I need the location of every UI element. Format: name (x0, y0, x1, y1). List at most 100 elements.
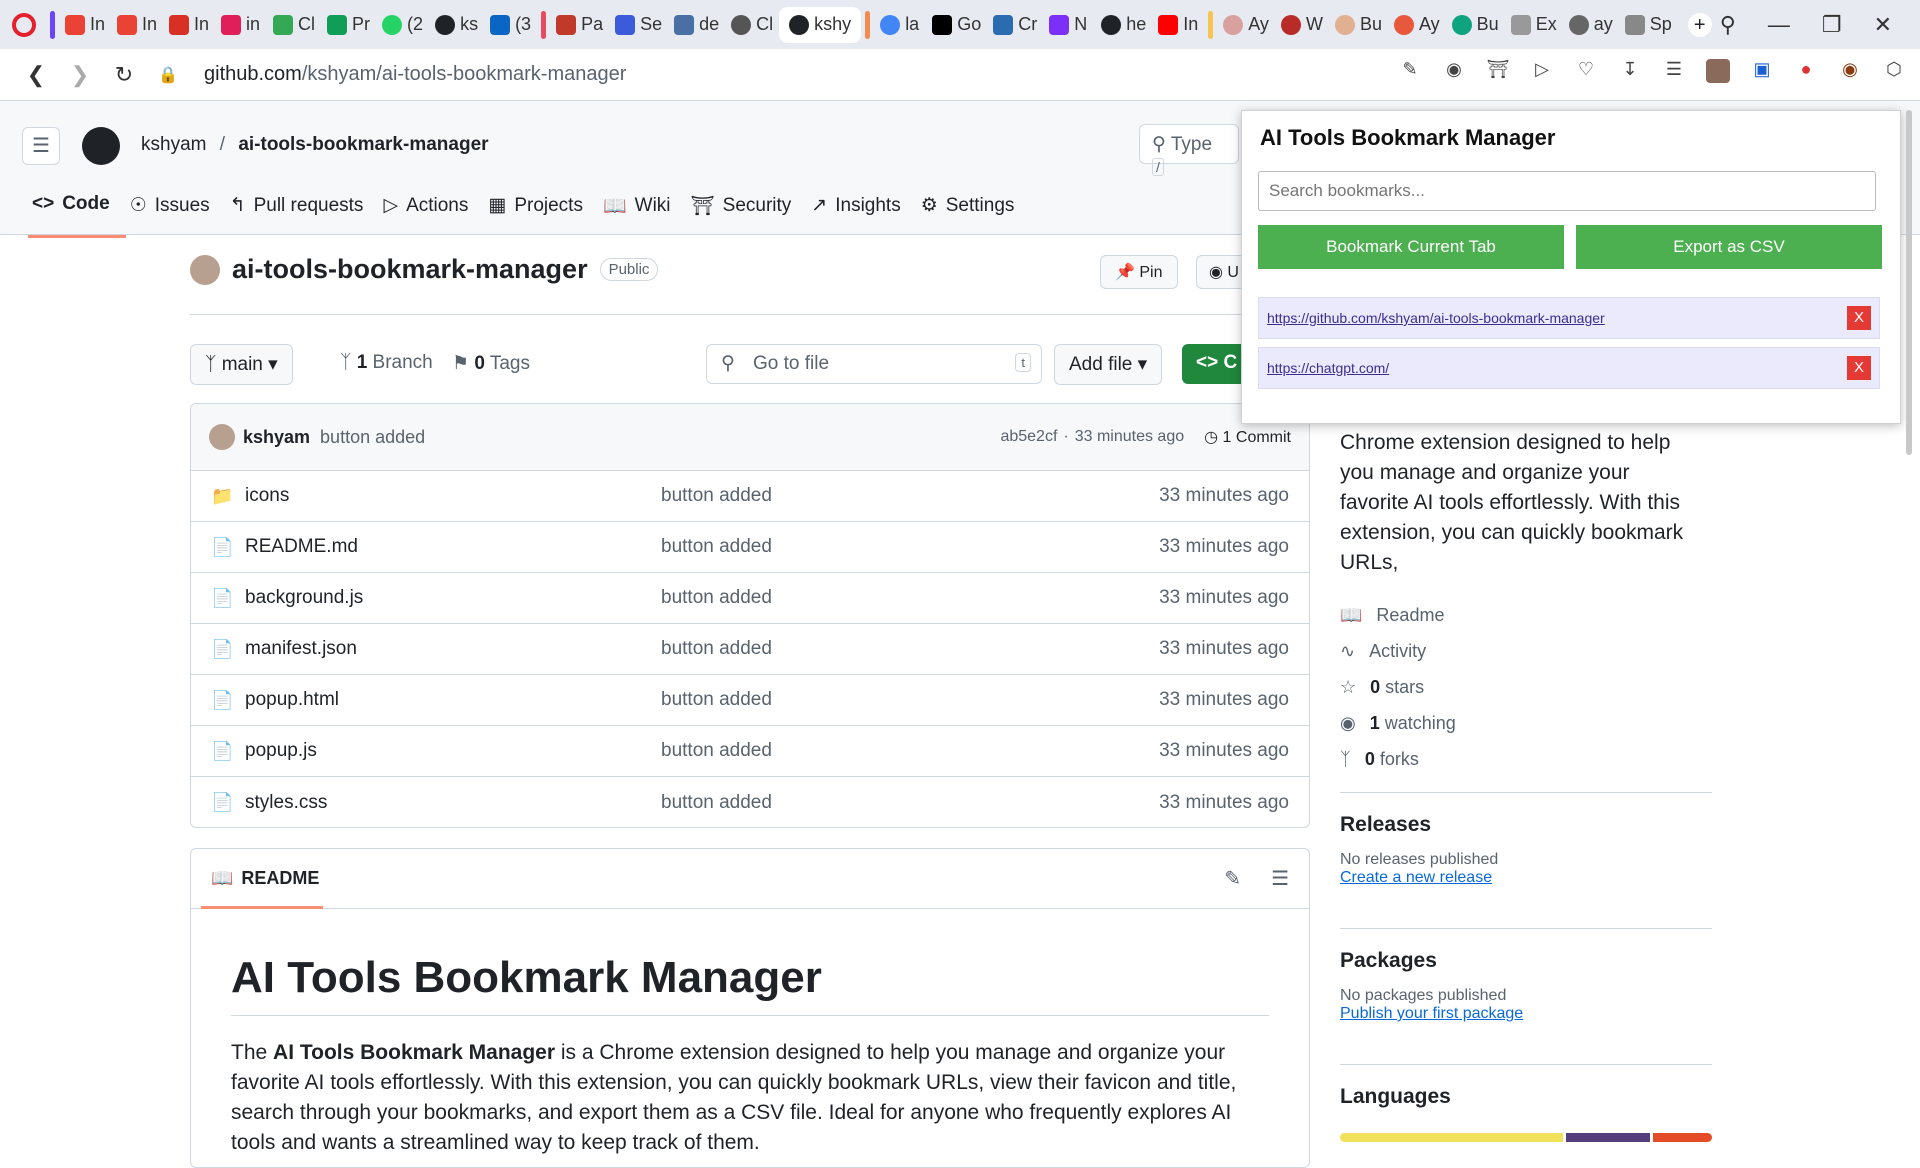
browser-tab[interactable]: In (163, 7, 215, 43)
restore-icon[interactable]: ❐ (1822, 12, 1842, 38)
bookmark-search-input[interactable] (1258, 171, 1876, 211)
browser-tab[interactable]: Ex (1505, 7, 1563, 43)
browser-tab[interactable]: in (215, 7, 267, 43)
browser-tab[interactable]: W (1275, 7, 1329, 43)
commits-link[interactable]: ◷ 1 Commit (1204, 427, 1291, 447)
releases-title[interactable]: Releases (1340, 813, 1712, 837)
edit-pencil-icon[interactable]: ✎ (1224, 866, 1241, 891)
file-commit-message[interactable]: button added (661, 638, 1081, 660)
watching-link[interactable]: ◉ 1 watching (1340, 705, 1456, 741)
create-release-link[interactable]: Create a new release (1340, 869, 1492, 886)
browser-tab[interactable]: (2 (376, 7, 429, 43)
easy-setup-icon[interactable]: ☰ (1662, 59, 1686, 83)
tab-issues[interactable]: ☉ Issues (126, 193, 226, 238)
opera-logo-icon[interactable] (12, 12, 36, 37)
browser-tab[interactable]: Cl (725, 7, 779, 43)
camera-icon[interactable]: ◉ (1442, 59, 1466, 83)
file-commit-message[interactable]: button added (661, 536, 1081, 558)
file-row[interactable]: 📄 manifest.json button added 33 minutes ago (191, 624, 1309, 675)
browser-tab[interactable]: la (874, 7, 926, 43)
github-search-input[interactable]: ⚲ Type / (1139, 124, 1239, 176)
publish-package-link[interactable]: Publish your first package (1340, 1005, 1523, 1022)
tab-code[interactable]: <> Code (28, 193, 126, 238)
browser-tab[interactable]: Sp (1619, 7, 1678, 43)
browser-tab[interactable]: Bu (1446, 7, 1505, 43)
file-commit-message[interactable]: button added (661, 587, 1081, 609)
browser-tab[interactable]: In (1152, 7, 1204, 43)
file-row[interactable]: 📄 background.js button added 33 minutes ago (191, 573, 1309, 624)
browser-tab[interactable]: In (59, 7, 111, 43)
repo-link[interactable]: ai-tools-bookmark-manager (238, 134, 488, 155)
edit-icon[interactable]: ✎ (1398, 59, 1422, 83)
commit-author[interactable]: kshyam (243, 427, 310, 448)
activity-link[interactable]: ∿ Activity (1340, 633, 1456, 669)
browser-tab[interactable]: ay (1563, 7, 1619, 43)
browser-tab[interactable]: (3 (484, 7, 537, 43)
tab-actions[interactable]: ▷ Actions (379, 193, 484, 238)
reload-icon[interactable]: ↻ (102, 62, 146, 88)
tab-security[interactable]: ⛩ Security (687, 193, 808, 238)
browser-tab[interactable]: ks (429, 7, 484, 43)
browser-tab[interactable]: Cr (987, 7, 1043, 43)
profile-avatar-icon[interactable] (1706, 59, 1730, 83)
file-name[interactable]: styles.css (245, 792, 661, 814)
scrollbar[interactable] (1906, 110, 1912, 455)
tab-insights[interactable]: ↗ Insights (807, 193, 916, 238)
delete-bookmark-button[interactable]: X (1847, 306, 1871, 330)
url-field[interactable]: github.com/kshyam/ai-tools-bookmark-mana… (204, 63, 626, 86)
browser-tab[interactable]: Go (926, 7, 987, 43)
bookmark-link[interactable]: https://github.com/kshyam/ai-tools-bookm… (1267, 310, 1605, 326)
branches-link[interactable]: ᛉ 1 Branch (340, 352, 433, 374)
new-tab-plus-icon[interactable]: + (1687, 12, 1712, 37)
tab-pull-requests[interactable]: ↰ Pull requests (226, 193, 380, 238)
browser-tab[interactable]: Ay (1388, 7, 1446, 43)
browser-tab[interactable]: he (1095, 7, 1152, 43)
ai-tools-extension-icon[interactable]: ◉ (1838, 59, 1862, 83)
pin-button[interactable]: 📌 Pin (1100, 255, 1178, 289)
file-commit-message[interactable]: button added (661, 485, 1081, 507)
add-file-button[interactable]: Add file ▾ (1054, 344, 1163, 385)
commit-hash[interactable]: ab5e2cf (1000, 428, 1057, 446)
shield-icon[interactable]: ⛩ (1486, 59, 1510, 83)
browser-tab[interactable]: Cl (267, 7, 321, 43)
tab-settings[interactable]: ⚙ Settings (917, 193, 1031, 238)
packages-title[interactable]: Packages (1340, 949, 1712, 973)
branch-select[interactable]: ᛉ main ▾ (190, 344, 293, 385)
extension-red-icon[interactable]: ● (1794, 59, 1818, 83)
file-row[interactable]: 📄 styles.css button added 33 minutes ago (191, 777, 1309, 827)
file-name[interactable]: icons (245, 485, 661, 507)
file-row[interactable]: 📄 popup.html button added 33 minutes ago (191, 675, 1309, 726)
browser-tab[interactable]: In (111, 7, 163, 43)
file-row[interactable]: 📄 README.md button added 33 minutes ago (191, 522, 1309, 573)
menu-icon[interactable]: ☰ (22, 127, 60, 165)
extensions-cube-icon[interactable]: ⬡ (1882, 59, 1906, 83)
browser-tab[interactable]: Se (609, 7, 668, 43)
go-to-file-input[interactable]: ⚲ Go to file t (706, 344, 1042, 384)
readme-link[interactable]: 📖 Readme (1340, 597, 1456, 633)
commit-message[interactable]: button added (320, 427, 425, 448)
file-name[interactable]: popup.js (245, 740, 661, 762)
heart-icon[interactable]: ♡ (1574, 59, 1598, 83)
stars-link[interactable]: ☆ 0 stars (1340, 669, 1456, 705)
extension-blue-icon[interactable]: ▣ (1750, 59, 1774, 83)
forward-icon[interactable]: ❯ (58, 62, 102, 88)
browser-tab-active[interactable]: kshy (779, 6, 862, 43)
close-window-icon[interactable]: ✕ (1874, 12, 1892, 38)
forks-link[interactable]: ᛉ0 forks (1340, 741, 1456, 777)
browser-tab[interactable]: de (668, 7, 725, 43)
file-name[interactable]: popup.html (245, 689, 661, 711)
browser-tab[interactable]: Ay (1217, 7, 1275, 43)
browser-tab[interactable]: N (1043, 7, 1095, 43)
download-icon[interactable]: ↧ (1618, 59, 1642, 83)
file-name[interactable]: background.js (245, 587, 661, 609)
browser-tab[interactable]: Bu (1329, 7, 1388, 43)
browser-tab[interactable]: Pr (321, 7, 376, 43)
commit-author-avatar[interactable] (209, 424, 235, 450)
readme-tab[interactable]: README (241, 868, 319, 889)
tags-link[interactable]: ⚑ 0 Tags (452, 352, 530, 375)
bookmark-link[interactable]: https://chatgpt.com/ (1267, 360, 1389, 376)
back-icon[interactable]: ❮ (14, 62, 58, 88)
owner-avatar[interactable] (190, 254, 220, 285)
owner-link[interactable]: kshyam (141, 134, 206, 155)
file-name[interactable]: manifest.json (245, 638, 661, 660)
